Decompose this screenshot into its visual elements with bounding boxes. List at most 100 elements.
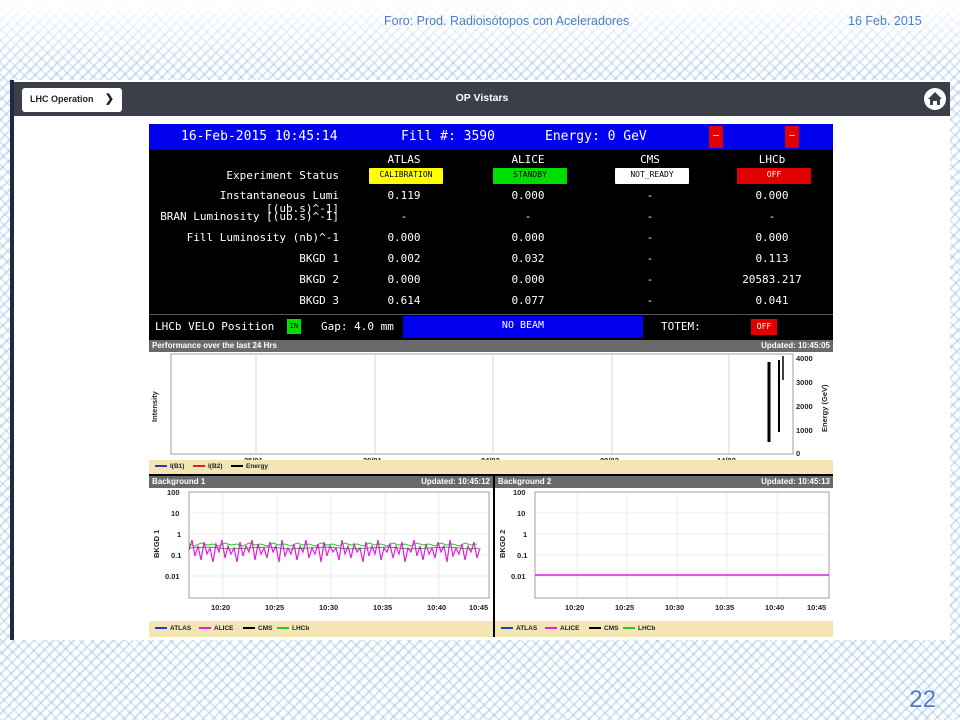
table-row: BKGD 2 0.000 0.000 - 20583.217 — [149, 270, 833, 290]
experiment-table: ATLAS ALICE CMS LHCb Experiment Status C… — [149, 150, 833, 312]
column-header: ALICE — [511, 153, 545, 166]
table-row: BRAN Luminosity [(ub.s)^-1] - - - - — [149, 207, 833, 227]
panel-updated: Updated: 10:45:05 — [761, 341, 830, 350]
table-cell: 0.077 — [511, 294, 545, 307]
table-cell: - — [400, 210, 408, 223]
datetime-text: 16-Feb-2015 10:45:14 — [181, 129, 338, 144]
y-tick: 0.1 — [171, 551, 181, 560]
column-header: CMS — [640, 153, 660, 166]
y-tick: 1 — [177, 530, 181, 539]
panel-updated: Updated: 10:45:13 — [761, 477, 830, 486]
vistars-display: 16-Feb-2015 10:45:14 Fill #: 3590 Energy… — [149, 124, 833, 637]
x-tick: 10:20 — [211, 603, 230, 612]
table-cell: - — [646, 294, 654, 307]
column-header: ATLAS — [387, 153, 421, 166]
table-row: BKGD 1 0.002 0.032 - 0.113 — [149, 249, 833, 269]
slide-header-fade — [0, 0, 960, 70]
table-cell: - — [646, 189, 654, 202]
status-badge: NOT_READY — [615, 168, 689, 184]
performance-chart: Intensity Energy (GeV) 4000 3000 2000 10… — [150, 353, 829, 456]
table-cell: 0.032 — [511, 252, 545, 265]
table-cell: 20583.217 — [742, 273, 802, 286]
table-cell: 0.119 — [387, 189, 421, 202]
y-axis-label: Intensity — [150, 390, 159, 422]
panel-title: Performance over the last 24 Hrs — [152, 341, 277, 350]
column-header: LHCb — [758, 153, 786, 166]
table-cell: 0.000 — [755, 189, 789, 202]
table-cell: 0.002 — [387, 252, 421, 265]
background1-panel: Background 1 Updated: 10:45:12 BKGD 1 10… — [149, 476, 493, 637]
y2-tick: 4000 — [796, 354, 813, 363]
app-window: LHC Operation ❯ OP Vistars 16-Feb-2015 1… — [10, 80, 950, 640]
legend-item: I(B1) — [155, 463, 184, 470]
table-cell: - — [646, 210, 654, 223]
table-cell: - — [524, 210, 532, 223]
legend-item: LHCb — [623, 625, 655, 632]
app-topbar: LHC Operation ❯ OP Vistars — [14, 82, 950, 116]
table-row: Fill Luminosity (nb)^-1 0.000 0.000 - 0.… — [149, 228, 833, 248]
table-cell: - — [768, 210, 776, 223]
x-tick: 10:40 — [765, 603, 784, 612]
y2-tick: 3000 — [796, 378, 813, 387]
chart-legend: ATLAS ALICE CMS LHCb — [149, 621, 493, 637]
table-cell: - — [646, 252, 654, 265]
legend-item: CMS — [243, 625, 272, 632]
y-tick: 0.01 — [511, 572, 526, 581]
experiment-status-row: Experiment Status CALIBRATION STANDBY NO… — [149, 166, 833, 186]
home-button[interactable] — [924, 88, 946, 110]
y-tick: 1 — [523, 530, 527, 539]
velo-in-indicator: IN — [287, 319, 301, 334]
velo-label: LHCb VELO Position — [155, 320, 275, 333]
table-cell: 0.000 — [511, 189, 545, 202]
y-axis-label: BKGD 1 — [152, 530, 161, 558]
row-label: BRAN Luminosity [(ub.s)^-1] — [160, 210, 339, 223]
y-tick: 100 — [167, 488, 180, 497]
x-tick: 10:45 — [469, 603, 488, 612]
y2-axis-label: Energy (GeV) — [820, 384, 829, 432]
legend-item: CMS — [589, 625, 618, 632]
beam-flag-2: – — [785, 126, 799, 148]
row-label: BKGD 3 — [299, 294, 339, 307]
x-tick: 10:25 — [265, 603, 284, 612]
x-tick: 10:45 — [807, 603, 826, 612]
legend-item: I(B2) — [193, 463, 222, 470]
table-cell: 0.000 — [511, 231, 545, 244]
row-label: BKGD 2 — [299, 273, 339, 286]
y-tick: 0.01 — [165, 572, 180, 581]
background2-chart: BKGD 2 100 10 1 0.1 0.01 10:20 10:25 10:… — [498, 488, 830, 612]
slide-header-date: 16 Feb. 2015 — [848, 14, 922, 28]
x-tick: 10:35 — [373, 603, 392, 612]
velo-gap-text: Gap: 4.0 mm — [321, 320, 394, 333]
legend-item: ATLAS — [155, 625, 191, 632]
totem-status-badge: OFF — [751, 319, 777, 335]
y-axis-label: BKGD 2 — [498, 530, 507, 558]
legend-item: Energy — [231, 463, 268, 470]
slide-header-title: Foro: Prod. Radioisótopos con Acelerador… — [384, 14, 630, 28]
performance-panel: Performance over the last 24 Hrs Updated… — [149, 340, 833, 474]
x-tick: 10:25 — [615, 603, 634, 612]
chart-legend: I(B1) I(B2) Energy — [149, 460, 833, 474]
legend-item: LHCb — [277, 625, 309, 632]
energy-text: Energy: 0 GeV — [545, 129, 647, 144]
y-tick: 0.1 — [517, 551, 527, 560]
panel-title: Background 2 — [498, 477, 552, 486]
y-tick: 10 — [517, 509, 525, 518]
panel-header: Background 1 Updated: 10:45:12 — [149, 476, 493, 488]
home-icon — [928, 92, 942, 105]
table-cell: 0.000 — [511, 273, 545, 286]
panel-updated: Updated: 10:45:12 — [421, 477, 490, 486]
status-badge: CALIBRATION — [369, 168, 443, 184]
status-badge: STANDBY — [493, 168, 567, 184]
background2-panel: Background 2 Updated: 10:45:13 BKGD 2 10… — [495, 476, 833, 637]
legend-item: ALICE — [199, 625, 234, 632]
background1-chart: BKGD 1 100 10 1 0.1 0.01 10:20 10:25 10:… — [152, 488, 490, 612]
y2-tick: 1000 — [796, 426, 813, 435]
beam-mode-banner: NO BEAM — [403, 316, 643, 338]
velo-position-row: LHCb VELO Position IN Gap: 4.0 mm NO BEA… — [149, 314, 833, 338]
x-tick: 10:40 — [427, 603, 446, 612]
fill-number-text: Fill #: 3590 — [401, 129, 495, 144]
table-cell: 0.041 — [755, 294, 789, 307]
y2-tick: 2000 — [796, 402, 813, 411]
y-tick: 100 — [513, 488, 526, 497]
panel-header: Background 2 Updated: 10:45:13 — [495, 476, 833, 488]
